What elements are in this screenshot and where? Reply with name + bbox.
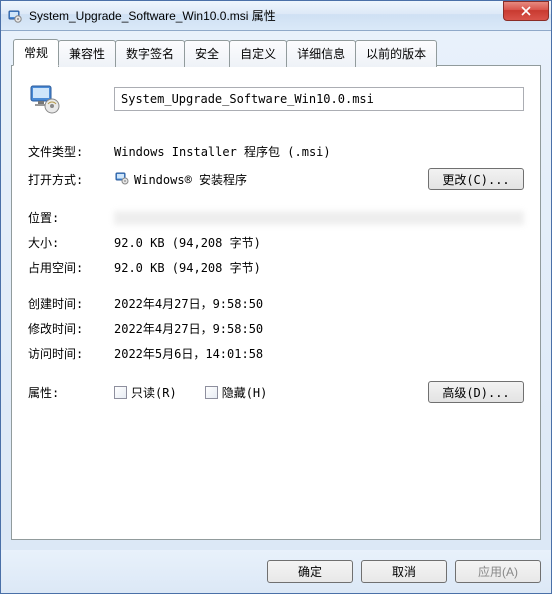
tab-compatibility[interactable]: 兼容性: [58, 40, 116, 67]
filename-input[interactable]: [114, 87, 524, 111]
installer-icon: [114, 170, 130, 189]
separator: [28, 132, 524, 133]
dialog-button-bar: 确定 取消 应用(A): [1, 550, 551, 593]
change-button[interactable]: 更改(C)...: [428, 168, 524, 190]
location-value: [114, 211, 524, 225]
accessed-value: 2022年5月6日，14:01:58: [114, 345, 524, 362]
modified-value: 2022年4月27日，9:58:50: [114, 320, 524, 337]
tab-security[interactable]: 安全: [184, 40, 230, 67]
window-title: System_Upgrade_Software_Win10.0.msi 属性: [29, 7, 503, 24]
tab-custom[interactable]: 自定义: [229, 40, 287, 67]
tab-details[interactable]: 详细信息: [286, 40, 356, 67]
openswith-label: 打开方式:: [28, 171, 114, 188]
msi-large-icon: [28, 82, 62, 116]
ondisk-label: 占用空间:: [28, 259, 114, 276]
separator: [28, 370, 524, 371]
ok-button[interactable]: 确定: [267, 560, 353, 583]
msi-file-icon: [7, 8, 23, 24]
readonly-label: 只读(R): [131, 384, 177, 401]
filetype-label: 文件类型:: [28, 143, 114, 160]
tab-digital-signature[interactable]: 数字签名: [115, 40, 185, 67]
size-label: 大小:: [28, 234, 114, 251]
general-panel: 文件类型: Windows Installer 程序包 (.msi) 打开方式:…: [11, 65, 541, 540]
tab-previous-versions[interactable]: 以前的版本: [355, 40, 437, 67]
dialog-body: 常规 兼容性 数字签名 安全 自定义 详细信息 以前的版本: [1, 31, 551, 550]
hidden-label: 隐藏(H): [222, 384, 268, 401]
created-label: 创建时间:: [28, 295, 114, 312]
hidden-checkbox-wrap[interactable]: 隐藏(H): [205, 384, 268, 401]
ondisk-value: 92.0 KB (94,208 字节): [114, 259, 524, 276]
cancel-button[interactable]: 取消: [361, 560, 447, 583]
readonly-checkbox[interactable]: [114, 386, 127, 399]
tab-general[interactable]: 常规: [13, 39, 59, 66]
separator: [28, 198, 524, 199]
separator: [28, 284, 524, 285]
size-value: 92.0 KB (94,208 字节): [114, 234, 524, 251]
apply-button[interactable]: 应用(A): [455, 560, 541, 583]
advanced-button[interactable]: 高级(D)...: [428, 381, 524, 403]
created-value: 2022年4月27日，9:58:50: [114, 295, 524, 312]
location-label: 位置:: [28, 209, 114, 226]
openswith-value: Windows® 安装程序: [134, 171, 247, 188]
hidden-checkbox[interactable]: [205, 386, 218, 399]
close-button[interactable]: [503, 1, 549, 21]
tabstrip: 常规 兼容性 数字签名 安全 自定义 详细信息 以前的版本: [11, 39, 541, 66]
advanced-button-label: 高级(D)...: [442, 384, 509, 401]
titlebar: System_Upgrade_Software_Win10.0.msi 属性: [1, 1, 551, 31]
close-icon: [521, 6, 531, 16]
modified-label: 修改时间:: [28, 320, 114, 337]
filetype-value: Windows Installer 程序包 (.msi): [114, 143, 524, 160]
accessed-label: 访问时间:: [28, 345, 114, 362]
readonly-checkbox-wrap[interactable]: 只读(R): [114, 384, 177, 401]
change-button-label: 更改(C)...: [442, 171, 509, 188]
attributes-label: 属性:: [28, 384, 114, 401]
